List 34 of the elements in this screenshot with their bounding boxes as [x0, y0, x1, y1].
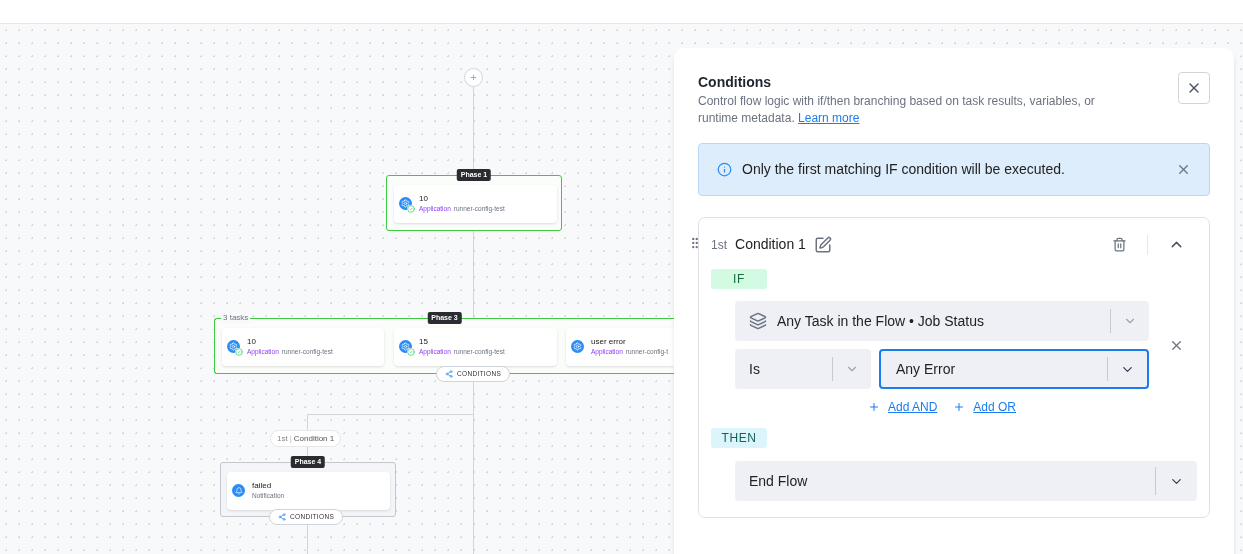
- task-name: failed: [252, 481, 273, 491]
- branch-rank: 1st: [277, 432, 288, 445]
- delete-icon[interactable]: [1112, 237, 1127, 252]
- panel-description: Control flow logic with if/then branching based on task results, variables, or runtime metadata. Learn more: [698, 93, 1096, 127]
- branch-icon: [445, 370, 453, 378]
- info-icon: [717, 162, 732, 177]
- add-clause-link[interactable]: Add OR: [953, 398, 1016, 416]
- separator: |: [289, 432, 292, 445]
- condition-name: Condition 1: [735, 235, 806, 254]
- banner-text: Only the first matching IF condition will be executed.: [742, 160, 1066, 179]
- task-name: 15: [419, 337, 429, 347]
- task-name: 10: [247, 337, 257, 347]
- task-count: 3 tasks: [221, 313, 251, 323]
- task-name: 10: [419, 194, 429, 204]
- bell-icon: [232, 484, 245, 497]
- action-select[interactable]: End Flow: [735, 461, 1197, 501]
- panel-title: Conditions: [698, 73, 773, 92]
- then-label: THEN: [711, 428, 767, 448]
- task-name: user error: [591, 337, 627, 347]
- value-select[interactable]: Any Error: [879, 349, 1149, 389]
- close-icon[interactable]: [1176, 162, 1191, 177]
- learn-more-link[interactable]: Learn more: [798, 111, 860, 125]
- source-select[interactable]: Any Task in the Flow • Job Status: [735, 301, 1149, 341]
- add-clause-link[interactable]: Add AND: [867, 398, 938, 416]
- plus-icon: [953, 401, 966, 413]
- gear-icon: [571, 340, 584, 353]
- branch-icon: [278, 513, 286, 521]
- layers-icon: [749, 312, 767, 330]
- condition-rank: 1st: [711, 236, 727, 254]
- operator-select[interactable]: Is: [735, 349, 871, 389]
- if-label: IF: [711, 269, 767, 289]
- branch-name: Condition 1: [293, 432, 335, 445]
- plus-icon: [867, 401, 880, 413]
- edit-icon[interactable]: [813, 235, 832, 254]
